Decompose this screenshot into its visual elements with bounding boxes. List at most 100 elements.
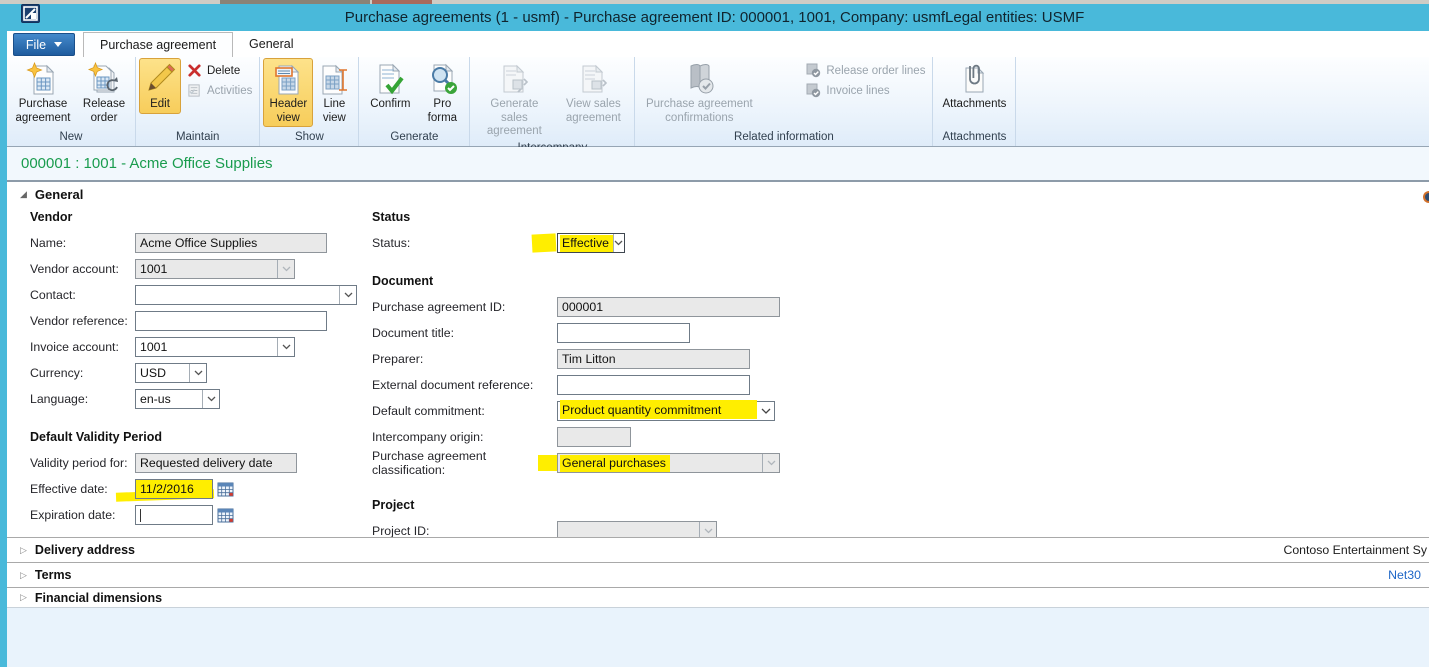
field-effective-date: Effective date: 11/2/2016 (30, 479, 365, 499)
field-expiration-date: Expiration date: (30, 505, 365, 525)
view-sales-agreement-button: View sales agreement (555, 58, 631, 127)
terms-summary-link[interactable]: Net30 (1388, 568, 1421, 582)
edit-button[interactable]: Edit (139, 58, 181, 114)
chevron-down-icon (54, 42, 62, 47)
release-order-icon (87, 62, 121, 96)
currency-combobox[interactable]: USD (135, 363, 207, 383)
purchase-agreement-confirmations-icon (682, 62, 716, 96)
status-combobox[interactable]: Effective (557, 233, 625, 253)
file-menu-button[interactable]: File (13, 33, 75, 56)
vendor-account-combobox: 1001 (135, 259, 295, 279)
contact-combobox[interactable] (135, 285, 357, 305)
purchase-agreement-button[interactable]: Purchase agreement (10, 58, 76, 127)
chevron-down-icon[interactable] (202, 390, 219, 408)
field-document-title: Document title: (372, 323, 812, 343)
highlight-smear (532, 233, 557, 252)
field-currency: Currency: USD (30, 363, 365, 383)
attachments-button[interactable]: Attachments (936, 58, 1012, 114)
chevron-down-icon[interactable] (613, 234, 624, 252)
tab-general[interactable]: General (233, 32, 309, 57)
purchase-agreement-confirmations-button: Purchase agreement confirmations (638, 58, 760, 127)
field-purchase-agreement-id: Purchase agreement ID: 000001 (372, 297, 812, 317)
ribbon-group-label-new: New (10, 130, 132, 146)
field-purchase-agreement-classification: Purchase agreement classification: Gener… (372, 453, 812, 473)
section-delivery-address[interactable]: ▷ Delivery address Contoso Entertainment… (7, 537, 1429, 562)
expand-triangle-icon: ▷ (20, 570, 27, 581)
vendor-subheader: Vendor (30, 207, 365, 227)
status-subheader: Status (372, 207, 812, 227)
form-column-left: Vendor Name: Acme Office Supplies Vendor… (30, 207, 365, 531)
activities-icon (187, 83, 202, 98)
pro-forma-button[interactable]: Pro forma (418, 58, 466, 127)
field-vendor-reference: Vendor reference: (30, 311, 365, 331)
edit-pencil-icon (143, 62, 177, 96)
confirm-button[interactable]: Confirm (362, 58, 418, 114)
ribbon-group-label-show: Show (263, 130, 355, 146)
field-preparer: Preparer: Tim Litton (372, 349, 812, 369)
field-name: Name: Acme Office Supplies (30, 233, 365, 253)
form-column-middle: Status Status: Effective Document Purcha… (372, 207, 812, 547)
header-view-button[interactable]: Header view (263, 58, 313, 127)
preparer-field: Tim Litton (557, 349, 750, 369)
file-menu-label: File (26, 38, 46, 52)
field-vendor-account: Vendor account: 1001 (30, 259, 365, 279)
chevron-down-icon (762, 454, 779, 472)
purchase-agreement-classification-combobox: General purchases (557, 453, 780, 473)
chevron-down-icon[interactable] (277, 338, 294, 356)
chevron-down-icon[interactable] (757, 402, 774, 420)
ribbon-group-label-generate: Generate (362, 130, 466, 146)
record-title: 000001 : 1001 - Acme Office Supplies (21, 155, 273, 172)
section-general-label: General (35, 187, 83, 202)
field-default-commitment: Default commitment: Product quantity com… (372, 401, 812, 421)
default-commitment-select[interactable]: Product quantity commitment (557, 401, 775, 421)
calendar-icon[interactable] (217, 507, 234, 523)
text-caret (140, 509, 141, 522)
expiration-date-input[interactable] (135, 505, 213, 525)
external-document-reference-input[interactable] (557, 375, 750, 395)
validity-period-for-field: Requested delivery date (135, 453, 297, 473)
ribbon-group-label-maintain: Maintain (139, 130, 256, 146)
ribbon-tab-row: File Purchase agreement General (7, 31, 1429, 57)
line-view-button[interactable]: Line view (313, 58, 355, 127)
window-left-border (0, 31, 7, 667)
vendor-reference-input[interactable] (135, 311, 327, 331)
chevron-down-icon[interactable] (189, 364, 206, 382)
ribbon-group-related-information: Purchase agreement confirmations Release… (635, 57, 933, 146)
invoice-account-combobox[interactable]: 1001 (135, 337, 295, 357)
calendar-icon[interactable] (217, 481, 234, 497)
line-view-icon (317, 62, 351, 96)
delete-button[interactable]: Delete (187, 63, 252, 78)
document-title-input[interactable] (557, 323, 690, 343)
delete-x-icon (187, 63, 202, 78)
delivery-address-summary: Contoso Entertainment Sy (1283, 543, 1427, 557)
field-validity-period-for: Validity period for: Requested delivery … (30, 453, 365, 473)
section-general[interactable]: ◢ General (20, 187, 83, 202)
field-contact: Contact: (30, 285, 365, 305)
name-field: Acme Office Supplies (135, 233, 327, 253)
section-financial-dimensions[interactable]: ▷ Financial dimensions (7, 587, 1429, 607)
ribbon-group-show: Header view Line view Show (260, 57, 359, 146)
dynamics-ax-app-icon (21, 4, 40, 23)
ribbon-group-new: Purchase agreement Release order New (7, 57, 136, 146)
release-order-button[interactable]: Release order (76, 58, 132, 127)
tab-purchase-agreement[interactable]: Purchase agreement (83, 32, 233, 57)
window-title-bar: Purchase agreements (1 - usmf) - Purchas… (0, 4, 1429, 31)
generate-sales-agreement-icon (497, 62, 531, 96)
release-order-lines-icon (806, 63, 821, 78)
purchase-agreement-id-field: 000001 (557, 297, 780, 317)
ribbon-group-label-attachments: Attachments (936, 130, 1012, 146)
ribbon-group-generate: Confirm Pro forma Generate (359, 57, 470, 146)
language-combobox[interactable]: en-us (135, 389, 220, 409)
intercompany-origin-field (557, 427, 631, 447)
pro-forma-icon (425, 62, 459, 96)
chevron-down-icon[interactable] (339, 286, 356, 304)
view-sales-agreement-icon (576, 62, 610, 96)
record-title-bar: 000001 : 1001 - Acme Office Supplies (7, 147, 1429, 182)
field-external-document-reference: External document reference: (372, 375, 812, 395)
form-bottom-filler (7, 607, 1429, 667)
section-terms[interactable]: ▷ Terms Net30 (7, 562, 1429, 587)
ribbon-group-maintain: Edit Delete Activities (136, 57, 260, 146)
field-status: Status: Effective (372, 233, 812, 253)
new-purchase-agreement-icon (26, 62, 60, 96)
effective-date-input[interactable]: 11/2/2016 (135, 479, 213, 499)
